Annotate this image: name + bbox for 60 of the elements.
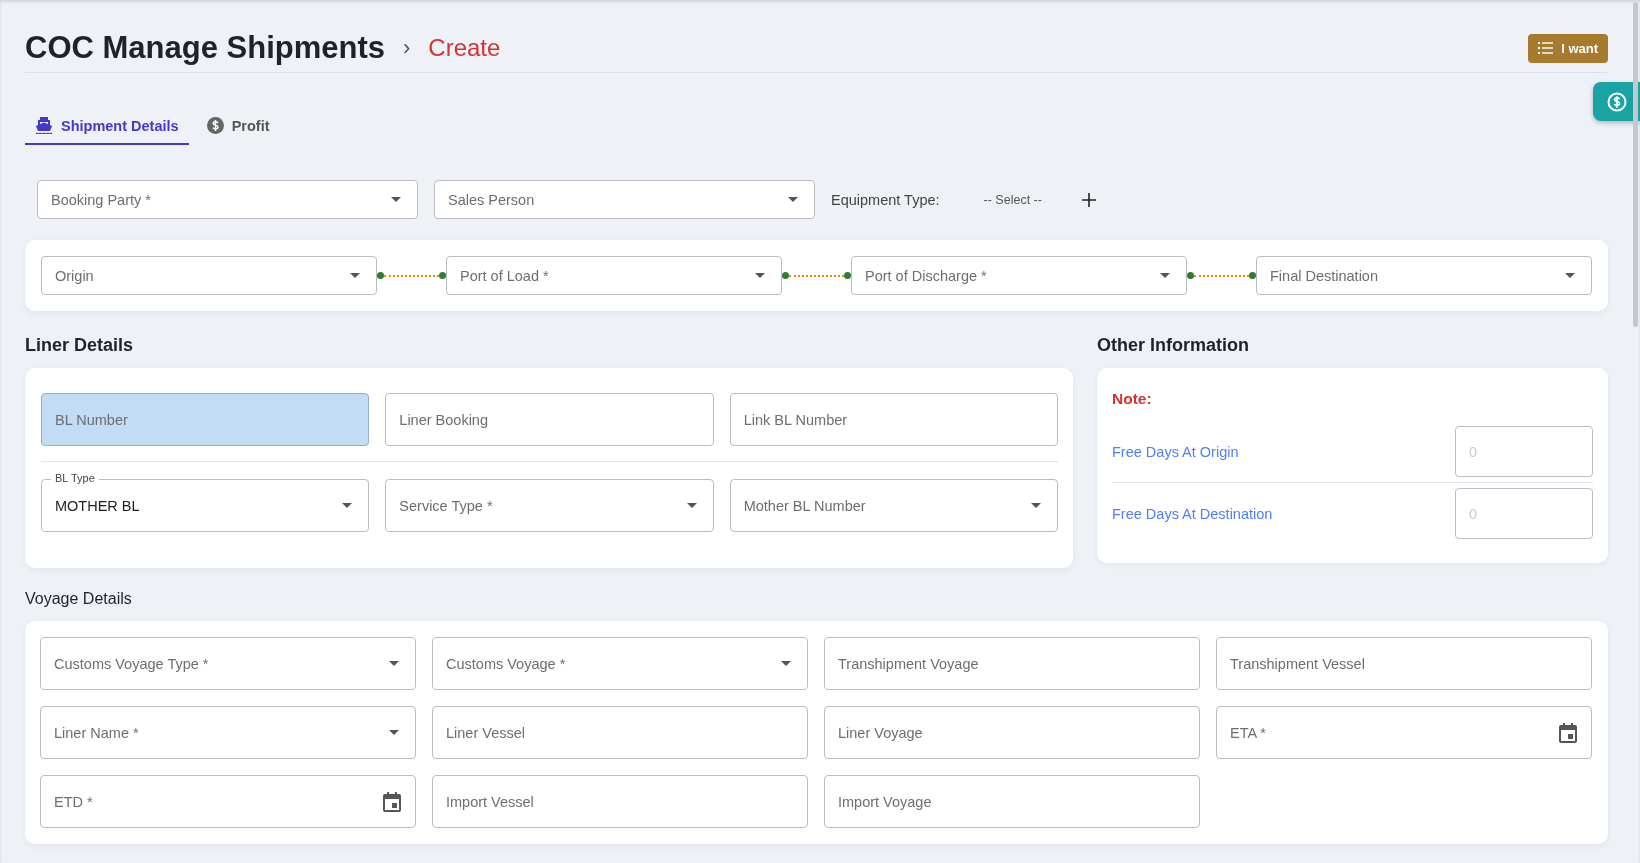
calendar-icon (383, 791, 401, 812)
section-title: Liner Details (25, 334, 135, 357)
dropdown-field[interactable]: Mother BL Number (729, 479, 1058, 532)
input-field[interactable]: BL Number (41, 393, 370, 446)
input-field[interactable]: Link BL Number (729, 393, 1058, 446)
input-field[interactable]: Liner Vessel (432, 706, 808, 759)
note-label: Note: (1112, 390, 1153, 408)
equipment-type-select[interactable]: -- Select -- (983, 192, 1042, 207)
input-field[interactable]: Liner Voyage (824, 706, 1200, 759)
page-title: COC Manage Shipments (25, 30, 385, 66)
route-connector (1187, 271, 1256, 280)
section-title: Voyage Details (25, 589, 133, 609)
plus-icon[interactable] (1081, 192, 1096, 207)
dropdown-field[interactable]: Port of Discharge * (851, 256, 1187, 295)
equipment-type-label: Equipment Type: (831, 191, 940, 208)
dollar-icon (206, 117, 224, 134)
dropdown-field[interactable]: Customs Voyage * (432, 637, 808, 690)
section-title: Other Information (1097, 334, 1250, 357)
input-field[interactable]: Transhipment Voyage (824, 637, 1200, 690)
input-field[interactable]: ETA * (1216, 706, 1592, 759)
dropdown-field[interactable]: Final Destination (1256, 256, 1592, 295)
dropdown-field[interactable]: Port of Load * (446, 256, 782, 295)
input-field[interactable]: ETD * (40, 775, 416, 828)
breadcrumb-separator: › (403, 35, 411, 61)
input-field[interactable]: Liner Booking (385, 393, 714, 446)
caret-icon (350, 273, 360, 278)
calendar-icon (1559, 722, 1577, 743)
dropdown-field[interactable]: Service Type * (385, 479, 714, 532)
input-field[interactable]: Import Vessel (432, 775, 808, 828)
caret-icon (686, 503, 697, 508)
i-want-button[interactable]: I want (1528, 33, 1608, 63)
caret-icon (389, 661, 399, 666)
input-field[interactable]: Import Voyage (824, 775, 1200, 828)
input-field[interactable]: Transhipment Vessel (1216, 637, 1592, 690)
field-label: Free Days At Origin (1112, 443, 1239, 460)
field-label: Free Days At Destination (1112, 505, 1273, 522)
list-icon (1538, 42, 1554, 54)
dropdown-field[interactable]: Customs Voyage Type * (40, 637, 416, 690)
dropdown-field[interactable]: Origin (41, 256, 377, 295)
caret-icon (788, 197, 798, 202)
caret-icon (391, 197, 401, 202)
dropdown-field[interactable]: Liner Name * (40, 706, 416, 759)
tab[interactable]: Shipment Details (25, 108, 189, 145)
caret-icon (1565, 273, 1575, 278)
route-connector (377, 271, 446, 280)
caret-icon (755, 273, 765, 278)
ship-icon (35, 117, 53, 134)
caret-icon (1031, 503, 1041, 508)
route-connector (782, 271, 851, 280)
field-label: BL Type (51, 472, 99, 485)
breadcrumb-current: Create (428, 34, 501, 62)
scrollbar[interactable] (1633, 2, 1638, 327)
caret-icon (389, 730, 399, 735)
dropdown-field[interactable]: Booking Party * (37, 180, 418, 219)
caret-icon (781, 661, 791, 666)
tab[interactable]: Profit (196, 108, 280, 145)
dropdown-field[interactable]: Sales Person (434, 180, 815, 219)
caret-icon (342, 503, 353, 508)
caret-icon (1160, 273, 1170, 278)
dollar-icon (1606, 91, 1627, 112)
